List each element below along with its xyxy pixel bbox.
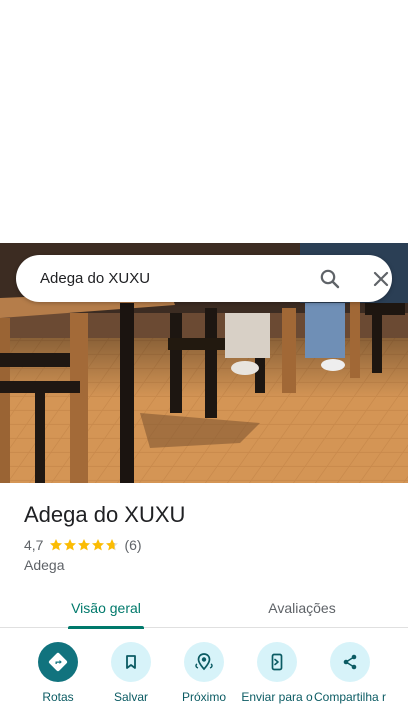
star-icon (50, 539, 63, 551)
directions-button[interactable]: Rotas (20, 642, 96, 704)
star-icon (92, 539, 105, 551)
share-icon (330, 642, 370, 682)
search-icon[interactable] (318, 267, 342, 291)
nearby-button[interactable]: Próximo (166, 642, 242, 704)
map-blank-area (0, 0, 408, 243)
directions-icon (38, 642, 78, 682)
save-button[interactable]: Salvar (93, 642, 169, 704)
tab-overview-label: Visão geral (71, 600, 141, 616)
review-count: (6) (124, 537, 142, 553)
star-icon (106, 539, 119, 551)
tab-selected-indicator (68, 626, 144, 629)
bookmark-icon (111, 642, 151, 682)
directions-label: Rotas (42, 690, 74, 704)
place-title: Adega do XUXU (24, 502, 186, 527)
nearby-icon (184, 642, 224, 682)
rating-value: 4,7 (24, 537, 44, 553)
tab-bar: Visão geral Avaliações (0, 588, 408, 629)
search-input[interactable]: Adega do XUXU (40, 270, 150, 287)
send-to-phone-button[interactable]: Enviar para o (239, 642, 315, 704)
send-to-phone-icon (257, 642, 297, 682)
send-to-phone-label: Enviar para o (241, 690, 313, 704)
share-label: Compartilha r (313, 690, 387, 704)
action-bar: Rotas Salvar Próximo Enviar para o Compa… (0, 640, 408, 726)
tab-reviews-label: Avaliações (268, 600, 336, 616)
star-rating (49, 538, 119, 552)
tab-reviews[interactable]: Avaliações (262, 588, 342, 628)
close-icon[interactable] (369, 267, 393, 291)
save-label: Salvar (113, 690, 148, 704)
star-icon (78, 539, 91, 551)
tab-overview[interactable]: Visão geral (68, 588, 144, 629)
place-category: Adega (24, 557, 65, 573)
star-icon (64, 539, 77, 551)
nearby-label: Próximo (181, 690, 226, 704)
share-button[interactable]: Compartilha r (312, 642, 388, 704)
rating-row[interactable]: 4,7 (6) (24, 537, 142, 553)
search-bar[interactable]: Adega do XUXU (16, 255, 392, 302)
